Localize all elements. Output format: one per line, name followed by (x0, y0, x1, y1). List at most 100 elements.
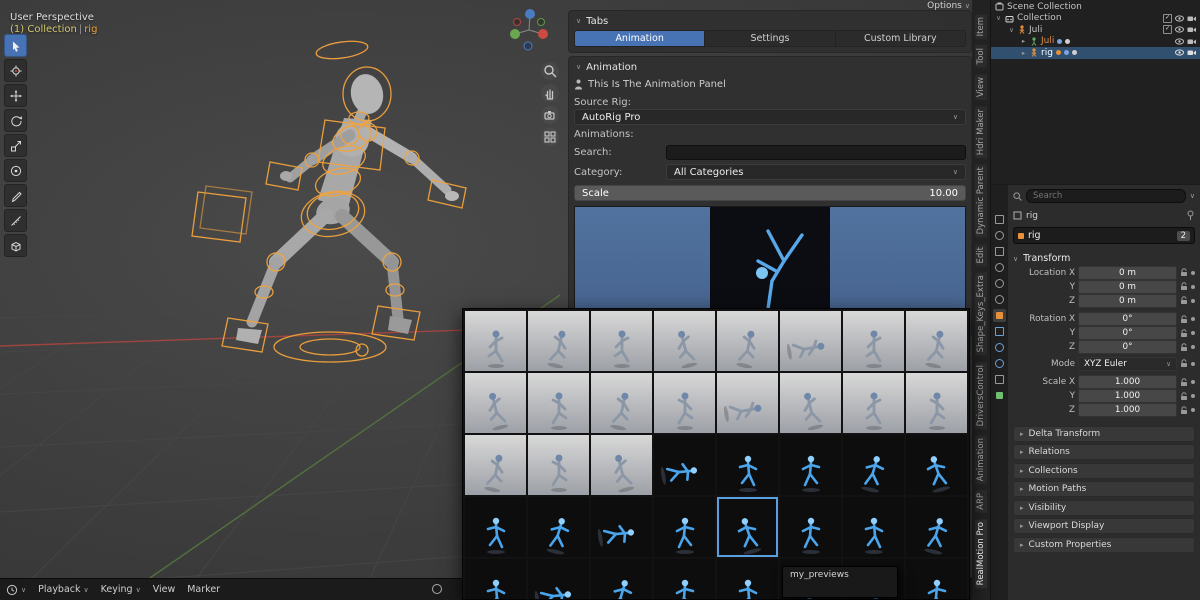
transform-value-field[interactable]: 0 m ∨ (1078, 266, 1177, 280)
sidebar-tab[interactable]: Animation (975, 435, 987, 484)
animation-thumbnail[interactable] (465, 497, 526, 557)
animation-thumbnail[interactable] (465, 559, 526, 600)
transform-value-field[interactable]: 1.000 ∨ (1078, 389, 1177, 403)
move-tool[interactable] (4, 84, 27, 107)
transform-value-field[interactable]: 0° ∨ (1078, 326, 1177, 340)
lock-icon[interactable] (1180, 282, 1188, 291)
animation-thumbnail[interactable] (717, 373, 778, 433)
annotate-tool[interactable] (4, 184, 27, 207)
scale-tool[interactable] (4, 134, 27, 157)
animate-dot-icon[interactable] (1191, 362, 1195, 366)
sidebar-tab[interactable]: View (975, 74, 987, 100)
eye-icon[interactable] (1175, 49, 1184, 56)
timeline-menu[interactable]: Marker ∨ (187, 584, 220, 595)
lock-icon[interactable] (1180, 329, 1188, 338)
sidebar-tab[interactable]: Item (975, 14, 987, 39)
transform-value-field[interactable]: XYZ Euler ∨ (1078, 357, 1177, 371)
timeline-menu[interactable]: Playback ∨ (38, 584, 89, 595)
sidebar-tab[interactable]: Shape_Keys_Extra (975, 272, 987, 355)
data-properties-tab[interactable] (993, 389, 1006, 402)
outliner-row-rig[interactable]: ▸ rig (991, 47, 1200, 59)
animation-thumbnail[interactable] (528, 559, 589, 600)
animation-thumbnail[interactable] (465, 373, 526, 433)
expand-caret-icon[interactable]: ∨ (995, 14, 1002, 22)
transform-value-field[interactable]: 1.000 ∨ (1078, 375, 1177, 389)
object-name-field[interactable]: rig 2 (1013, 227, 1195, 244)
lock-icon[interactable] (1180, 378, 1188, 387)
animate-dot-icon[interactable] (1191, 271, 1195, 275)
transform-value-field[interactable]: 0 m ∨ (1078, 294, 1177, 308)
animation-thumbnail[interactable] (843, 435, 904, 495)
animate-dot-icon[interactable] (1191, 408, 1195, 412)
eye-icon[interactable] (1175, 38, 1184, 45)
animation-thumbnail[interactable] (528, 497, 589, 557)
world-properties-tab[interactable] (993, 293, 1006, 306)
timeline-menu[interactable]: Keying ∨ (101, 584, 141, 595)
select-box-tool[interactable] (4, 34, 27, 57)
animation-thumbnail[interactable] (906, 435, 967, 495)
animation-thumbnail[interactable] (528, 373, 589, 433)
transform-tool[interactable] (4, 159, 27, 182)
lock-icon[interactable] (1180, 392, 1188, 401)
animation-thumbnail[interactable] (654, 559, 715, 600)
animation-thumbnail[interactable] (843, 497, 904, 557)
animation-thumbnail[interactable] (654, 311, 715, 371)
animation-search-input[interactable] (666, 145, 966, 160)
render-properties-tab[interactable] (993, 229, 1006, 242)
cursor-tool[interactable] (4, 59, 27, 82)
properties-search-input[interactable] (1026, 189, 1186, 203)
scale-slider[interactable]: Scale 10.00 (574, 185, 966, 201)
animation-thumbnail[interactable] (591, 497, 652, 557)
properties-section-header[interactable]: ▸ Collections (1013, 463, 1195, 479)
add-cube-tool[interactable] (4, 234, 27, 257)
checkbox-icon[interactable]: ✓ (1163, 25, 1172, 34)
outliner-row-collection[interactable]: ∨ Collection ✓ (991, 13, 1200, 25)
modifier-properties-tab[interactable] (993, 325, 1006, 338)
properties-section-header[interactable]: ▸ Relations (1013, 444, 1195, 460)
transform-value-field[interactable]: 1.000 ∨ (1078, 403, 1177, 417)
animate-dot-icon[interactable] (1191, 345, 1195, 349)
animation-thumbnail[interactable] (528, 435, 589, 495)
sidebar-tab[interactable]: Tool (975, 45, 987, 68)
animation-thumbnail[interactable] (465, 435, 526, 495)
expand-caret-icon[interactable]: ∨ (1008, 26, 1015, 34)
animation-thumbnail[interactable] (780, 435, 841, 495)
filter-chevron-icon[interactable]: ∨ (1190, 192, 1195, 200)
animation-thumbnail[interactable] (465, 311, 526, 371)
lock-icon[interactable] (1180, 343, 1188, 352)
sidebar-tab[interactable]: ARP (975, 490, 987, 513)
constraints-properties-tab[interactable] (993, 373, 1006, 386)
expand-caret-icon[interactable]: ▸ (1020, 49, 1027, 57)
view-layer-properties-tab[interactable] (993, 261, 1006, 274)
animate-dot-icon[interactable] (1191, 331, 1195, 335)
tabs-section-header[interactable]: ∨ Tabs (574, 14, 966, 28)
camera-visibility-icon[interactable] (1187, 26, 1196, 33)
animation-section-header[interactable]: ∨ Animation (574, 60, 966, 74)
properties-section-header[interactable]: ▸ Custom Properties (1013, 537, 1195, 553)
physics-properties-tab[interactable] (993, 357, 1006, 370)
lock-icon[interactable] (1180, 268, 1188, 277)
navigation-gizmo[interactable] (505, 4, 551, 54)
animation-thumbnail[interactable] (654, 373, 715, 433)
pin-button[interactable] (1186, 210, 1195, 221)
animation-thumbnail[interactable] (717, 497, 778, 557)
transform-value-field[interactable]: 0° ∨ (1078, 340, 1177, 354)
source-rig-dropdown[interactable]: AutoRig Pro ∨ (574, 109, 966, 125)
outliner-row-juli-object[interactable]: ∨ Juli ✓ (991, 24, 1200, 36)
particles-properties-tab[interactable] (993, 341, 1006, 354)
addon-tab[interactable]: Settings (705, 31, 835, 46)
addon-tab[interactable]: Animation (575, 31, 705, 46)
camera-visibility-icon[interactable] (1187, 49, 1196, 56)
animate-dot-icon[interactable] (1191, 299, 1195, 303)
animate-dot-icon[interactable] (1191, 317, 1195, 321)
animation-thumbnail[interactable] (780, 497, 841, 557)
expand-caret-icon[interactable]: ▸ (1020, 37, 1027, 45)
zoom-button[interactable] (541, 62, 559, 80)
rotate-tool[interactable] (4, 109, 27, 132)
animation-thumbnail[interactable] (717, 559, 778, 600)
animation-thumbnail[interactable] (528, 311, 589, 371)
animation-thumbnail[interactable] (591, 435, 652, 495)
eye-icon[interactable] (1175, 15, 1184, 22)
users-count-badge[interactable]: 2 (1177, 231, 1190, 241)
animation-thumbnail[interactable] (780, 373, 841, 433)
